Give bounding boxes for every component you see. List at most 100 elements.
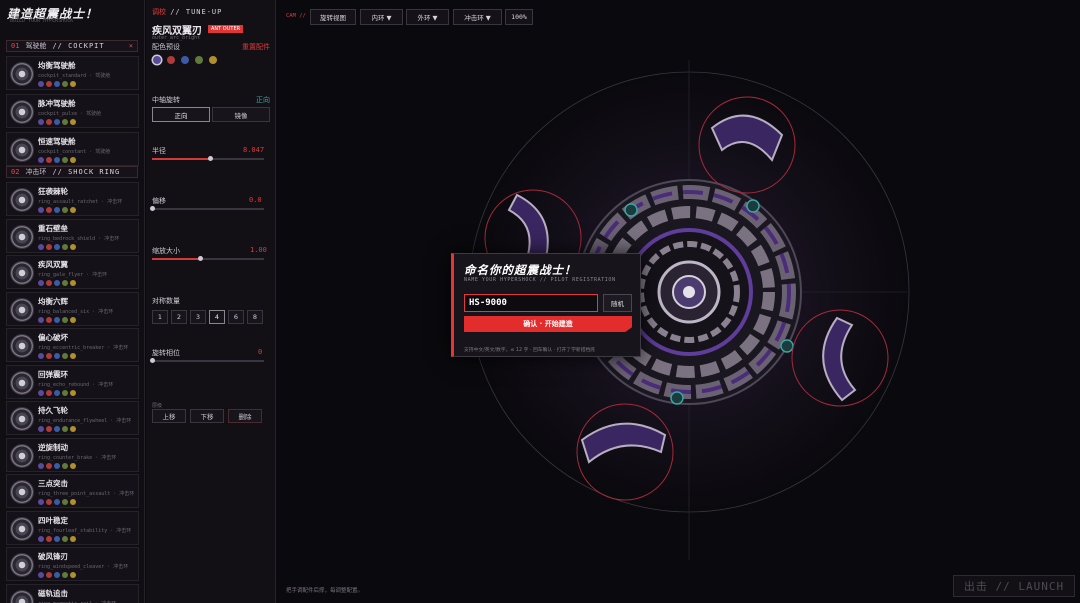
color-swatch[interactable] — [62, 389, 68, 396]
color-swatch[interactable] — [54, 426, 60, 432]
count-option[interactable]: 4 — [209, 310, 225, 324]
color-swatch[interactable] — [38, 316, 44, 323]
color-swatch[interactable] — [54, 389, 60, 396]
move-up-button[interactable]: 上移 — [152, 409, 186, 423]
color-swatch[interactable] — [70, 353, 76, 359]
color-swatch[interactable] — [54, 157, 60, 163]
part-list-item[interactable]: 四叶稳定 ring_fourleaf_stability · 冲击环 — [6, 510, 139, 545]
color-swatch[interactable] — [70, 119, 76, 125]
phase-slider[interactable] — [150, 358, 264, 363]
color-swatch[interactable] — [46, 81, 52, 87]
color-swatch[interactable] — [46, 280, 52, 286]
reset-part-link[interactable]: 重置配件 — [242, 42, 270, 52]
color-swatch[interactable] — [70, 81, 76, 87]
paint-swatch[interactable] — [181, 56, 189, 64]
color-swatch[interactable] — [70, 389, 76, 396]
color-swatch[interactable] — [70, 572, 76, 578]
color-swatch[interactable] — [54, 243, 60, 250]
color-swatch[interactable] — [38, 353, 44, 359]
section-shock-ring[interactable]: 02 冲击环 // SHOCK RING — [6, 166, 138, 178]
spin-forward-button[interactable]: 正向 — [152, 107, 210, 122]
paint-swatch[interactable] — [209, 56, 217, 64]
color-swatch[interactable] — [38, 572, 44, 578]
part-list-item[interactable]: 重石壁垒 ring_bedrock_shield · 冲击环 — [6, 218, 139, 253]
color-swatch[interactable] — [62, 243, 68, 250]
color-swatch[interactable] — [70, 462, 76, 469]
hypershock-preview[interactable] — [277, 0, 1080, 603]
move-down-button[interactable]: 下移 — [190, 409, 224, 423]
color-swatch[interactable] — [54, 572, 60, 578]
count-option[interactable]: 2 — [171, 310, 187, 324]
color-swatch[interactable] — [62, 157, 68, 163]
scale-slider[interactable] — [152, 256, 264, 261]
color-swatch[interactable] — [46, 389, 52, 396]
count-option[interactable]: 6 — [228, 310, 244, 324]
color-swatch[interactable] — [38, 499, 44, 505]
color-swatch[interactable] — [54, 280, 60, 286]
close-icon[interactable]: × — [129, 42, 133, 50]
paint-swatch[interactable] — [167, 56, 175, 64]
color-swatch[interactable] — [70, 243, 76, 250]
color-swatch[interactable] — [62, 572, 68, 578]
color-swatch[interactable] — [46, 499, 52, 505]
count-option[interactable]: 8 — [247, 310, 263, 324]
part-list-item[interactable]: 恒速驾驶舱 cockpit_constant · 驾驶舱 — [6, 132, 139, 166]
launch-button[interactable]: 出击 // LAUNCH — [953, 575, 1075, 597]
confirm-build-button[interactable]: 确认 · 开始建造 — [464, 316, 632, 332]
color-swatch[interactable] — [38, 157, 44, 163]
pilot-name-input[interactable] — [464, 294, 598, 312]
count-option[interactable]: 3 — [190, 310, 206, 324]
color-swatch[interactable] — [62, 499, 68, 505]
color-swatch[interactable] — [46, 535, 52, 542]
part-list-item[interactable]: 狂袭棘轮 ring_assault_ratchet · 冲击环 — [6, 182, 139, 216]
color-swatch[interactable] — [38, 243, 44, 250]
color-swatch[interactable] — [46, 462, 52, 469]
part-list-item[interactable]: 持久飞轮 ring_endurance_flywheel · 冲击环 — [6, 401, 139, 435]
color-swatch[interactable] — [46, 426, 52, 432]
color-swatch[interactable] — [62, 353, 68, 359]
color-swatch[interactable] — [62, 207, 68, 213]
part-list-item[interactable]: 均衡驾驶舱 cockpit_standard · 驾驶舱 — [6, 56, 139, 90]
part-list-item[interactable]: 脉冲驾驶舱 cockpit_pulse · 驾驶舱 — [6, 94, 139, 128]
color-swatch[interactable] — [62, 462, 68, 469]
count-option[interactable]: 1 — [152, 310, 168, 324]
color-swatch[interactable] — [54, 535, 60, 542]
color-swatch[interactable] — [62, 280, 68, 286]
color-swatch[interactable] — [54, 81, 60, 87]
radius-slider[interactable] — [152, 156, 264, 161]
random-name-button[interactable]: 随机 — [603, 294, 632, 312]
color-swatch[interactable] — [62, 119, 68, 125]
delete-button[interactable]: 删除 — [228, 409, 262, 423]
paint-swatch[interactable] — [195, 56, 203, 64]
part-list-item[interactable]: 均衡六辉 ring_balanced_six · 冲击环 — [6, 291, 139, 326]
paint-swatch[interactable] — [153, 56, 161, 64]
part-list-item[interactable]: 破风锋刃 ring_windspeed_cleaver · 冲击环 — [6, 547, 139, 581]
color-swatch[interactable] — [54, 207, 60, 213]
part-list-item[interactable]: 回弹震环 ring_echo_rebound · 冲击环 — [6, 364, 139, 399]
color-swatch[interactable] — [62, 316, 68, 323]
color-swatch[interactable] — [46, 316, 52, 323]
color-swatch[interactable] — [46, 243, 52, 250]
preview-stage[interactable]: CAM // 旋转视图 内环 ▼ 外环 ▼ 冲击环 ▼ 100% 把手调配件后撑… — [277, 0, 1080, 603]
color-swatch[interactable] — [38, 81, 44, 87]
color-swatch[interactable] — [70, 535, 76, 542]
color-swatch[interactable] — [54, 462, 60, 469]
color-swatch[interactable] — [62, 535, 68, 542]
color-swatch[interactable] — [54, 119, 60, 125]
color-swatch[interactable] — [62, 81, 68, 87]
color-swatch[interactable] — [70, 207, 76, 213]
part-list-item[interactable]: 疾风双翼 ring_gale_flyer · 冲击环 — [6, 255, 139, 289]
color-swatch[interactable] — [54, 499, 60, 505]
color-swatch[interactable] — [46, 119, 52, 125]
color-swatch[interactable] — [38, 462, 44, 469]
part-list-item[interactable]: 三点突击 ring_three_point_assault · 冲击环 — [6, 474, 139, 508]
color-swatch[interactable] — [62, 426, 68, 432]
color-swatch[interactable] — [70, 157, 76, 163]
color-swatch[interactable] — [70, 499, 76, 505]
color-swatch[interactable] — [38, 389, 44, 396]
color-swatch[interactable] — [38, 207, 44, 213]
color-swatch[interactable] — [70, 426, 76, 432]
part-list-item[interactable]: 偏心破坏 ring_eccentric_breaker · 冲击环 — [6, 328, 139, 362]
color-swatch[interactable] — [38, 426, 44, 432]
color-swatch[interactable] — [38, 119, 44, 125]
